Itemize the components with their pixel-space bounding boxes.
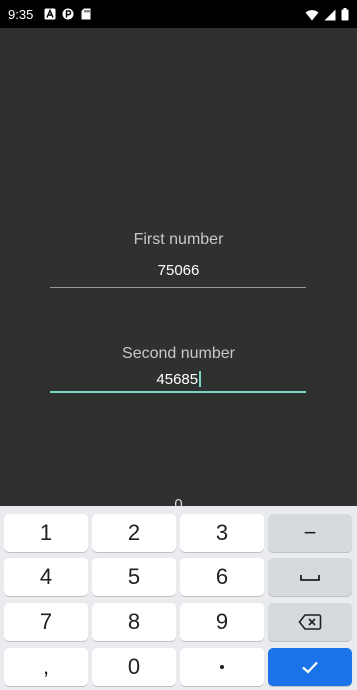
key-8[interactable]: 8 bbox=[92, 603, 176, 641]
key-5[interactable]: 5 bbox=[92, 558, 176, 596]
space-icon bbox=[300, 575, 320, 581]
key-2[interactable]: 2 bbox=[92, 514, 176, 552]
key-space[interactable] bbox=[268, 558, 352, 596]
key-0[interactable]: 0 bbox=[92, 648, 176, 686]
first-number-label: First number bbox=[133, 231, 224, 248]
status-system-icons bbox=[305, 8, 349, 21]
key-period[interactable] bbox=[180, 648, 264, 686]
key-1[interactable]: 1 bbox=[4, 514, 88, 552]
key-7[interactable]: 7 bbox=[4, 603, 88, 641]
first-number-input[interactable]: 75066 bbox=[0, 262, 357, 279]
key-9[interactable]: 9 bbox=[180, 603, 264, 641]
key-6[interactable]: 6 bbox=[180, 558, 264, 596]
text-cursor bbox=[199, 371, 201, 387]
a-icon bbox=[44, 8, 56, 20]
key-comma[interactable]: , bbox=[4, 648, 88, 686]
calculator-screen: First number 75066 Second number 45685 bbox=[0, 28, 357, 506]
key-enter[interactable] bbox=[268, 648, 352, 686]
status-time: 9:35 bbox=[8, 7, 34, 22]
second-number-underline bbox=[50, 391, 306, 393]
second-number-value: 45685 bbox=[156, 371, 199, 388]
key-backspace[interactable] bbox=[268, 603, 352, 641]
status-bar: 9:35 bbox=[0, 0, 357, 28]
first-number-underline bbox=[50, 287, 306, 288]
second-number-label: Second number bbox=[122, 345, 235, 362]
sd-card-icon bbox=[81, 8, 91, 20]
period-icon bbox=[220, 665, 224, 669]
numeric-keyboard: 1 2 3 − 4 5 6 7 8 9 , 0 bbox=[0, 506, 357, 690]
check-icon bbox=[302, 661, 318, 674]
battery-icon bbox=[341, 8, 349, 21]
backspace-icon bbox=[298, 614, 322, 630]
circle-p-icon bbox=[62, 8, 74, 20]
wifi-icon bbox=[305, 9, 319, 20]
status-notification-icons bbox=[44, 8, 92, 20]
key-3[interactable]: 3 bbox=[180, 514, 264, 552]
second-number-input[interactable]: 45685 bbox=[0, 371, 357, 388]
key-minus[interactable]: − bbox=[268, 514, 352, 552]
signal-icon bbox=[324, 9, 336, 20]
key-4[interactable]: 4 bbox=[4, 558, 88, 596]
